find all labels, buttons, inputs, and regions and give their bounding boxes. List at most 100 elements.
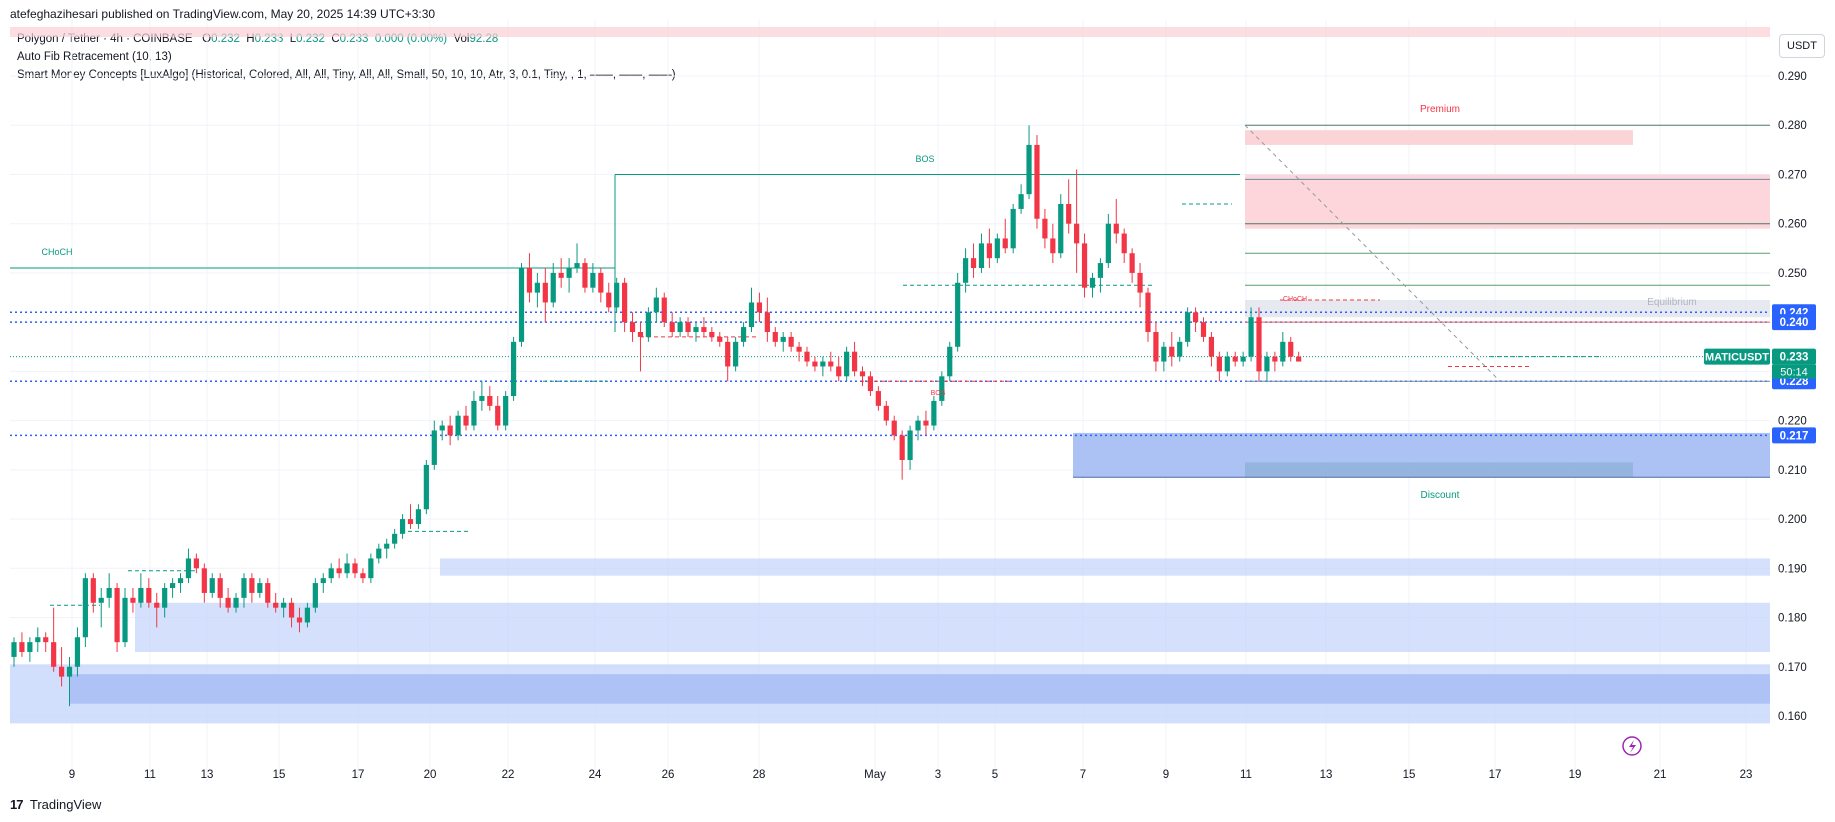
y-tick-label: 0.170: [1778, 662, 1807, 674]
candle-body: [193, 558, 199, 569]
candle-body: [740, 327, 747, 342]
x-tick-label: 13: [201, 769, 214, 781]
candle-body: [201, 568, 207, 593]
candle-body: [867, 376, 874, 392]
price-zone: [135, 602, 1770, 652]
candle-body: [645, 312, 651, 337]
candle-body: [352, 563, 358, 574]
candle-body: [907, 430, 913, 460]
candle-body: [1216, 356, 1222, 372]
candle-body: [550, 272, 556, 303]
price-label: 0.233: [1780, 352, 1809, 364]
candle-body: [130, 597, 136, 603]
x-tick-label: 11: [144, 769, 156, 781]
candle-body: [1010, 208, 1016, 249]
candle-body: [701, 327, 707, 332]
candle-body: [764, 312, 770, 332]
y-tick-label: 0.260: [1778, 219, 1807, 231]
candle-body: [947, 346, 953, 377]
candle-body: [939, 376, 945, 401]
candle-body: [1169, 346, 1175, 357]
candle-body: [812, 361, 818, 367]
candle-body: [82, 578, 88, 638]
candle-body: [439, 425, 445, 431]
candle-body: [479, 396, 485, 401]
candle-body: [1002, 238, 1008, 249]
candle-body: [225, 597, 231, 608]
candle-body: [35, 637, 41, 643]
candle-body: [1224, 356, 1230, 372]
price-label: 0.240: [1780, 317, 1809, 329]
candle-body: [1240, 356, 1246, 362]
candle-body: [463, 415, 469, 426]
candle-body: [915, 420, 921, 431]
candle-body: [1081, 243, 1088, 288]
y-tick-label: 0.290: [1778, 71, 1807, 83]
candle-body: [534, 282, 540, 293]
candle-body: [304, 607, 311, 623]
annotation-label: Discount: [1421, 490, 1460, 501]
candle-body: [518, 268, 525, 342]
candle-body: [138, 588, 144, 603]
candle-body: [931, 400, 937, 426]
x-tick-label: 24: [589, 769, 602, 781]
candle-body: [1177, 341, 1183, 357]
candle-body: [399, 519, 406, 534]
price-chart[interactable]: Premium Equilibrium Discount BOS CHoCH CHoCH B…: [0, 0, 1835, 822]
candle-body: [614, 282, 620, 308]
candle-body: [162, 588, 168, 608]
annotation-label: Equilibrium: [1647, 297, 1696, 308]
candle-body: [487, 396, 493, 406]
candle-body: [43, 637, 49, 643]
x-tick-label: 7: [1080, 769, 1086, 781]
candle-body: [542, 282, 548, 303]
candle-body: [415, 509, 422, 524]
candle-body: [598, 272, 604, 293]
candle-body: [1074, 223, 1080, 244]
x-tick-label: 20: [424, 769, 437, 781]
candle-body: [1066, 204, 1072, 224]
candle-body: [11, 642, 17, 657]
candle-body: [503, 396, 509, 426]
candle-body: [994, 238, 1000, 259]
candle-body: [146, 588, 152, 603]
candle-body: [804, 351, 810, 362]
candle-body: [74, 637, 81, 667]
candle-body: [1192, 312, 1199, 323]
candle-body: [495, 405, 501, 426]
price-zone: [1245, 462, 1633, 478]
candle-body: [431, 430, 437, 465]
candle-body: [748, 302, 755, 328]
candle-body: [1296, 356, 1302, 362]
candle-body: [1145, 292, 1151, 332]
x-tick-label: 5: [992, 769, 998, 781]
candle-body: [177, 578, 184, 584]
candle-body: [209, 578, 215, 593]
candle-body: [360, 573, 366, 579]
candle-body: [384, 543, 390, 549]
x-tick-label: 23: [1740, 769, 1753, 781]
x-tick-label: 15: [273, 769, 286, 781]
candle-body: [296, 617, 303, 623]
candle-body: [1161, 346, 1167, 362]
candle-body: [566, 268, 572, 278]
candle-body: [1034, 144, 1040, 219]
x-tick-label: 3: [935, 769, 941, 781]
candle-body: [899, 435, 905, 460]
x-tick-label: 13: [1320, 769, 1333, 781]
candle-body: [249, 578, 255, 593]
candle-body: [328, 568, 334, 579]
y-tick-label: 0.200: [1778, 514, 1807, 526]
candle-body: [257, 583, 263, 593]
candle-body: [637, 332, 644, 337]
y-tick-label: 0.190: [1778, 563, 1807, 575]
tradingview-footer[interactable]: 17 TradingView: [10, 797, 101, 812]
price-label: 0.217: [1780, 430, 1809, 442]
candle-body: [51, 642, 57, 667]
candle-body: [1232, 356, 1238, 362]
candle-body: [1288, 341, 1294, 357]
price-zone: [1245, 174, 1770, 229]
annotation-label: CHoCH: [41, 247, 72, 257]
flash-icon-bolt: [1629, 740, 1636, 753]
candle-body: [733, 341, 739, 367]
